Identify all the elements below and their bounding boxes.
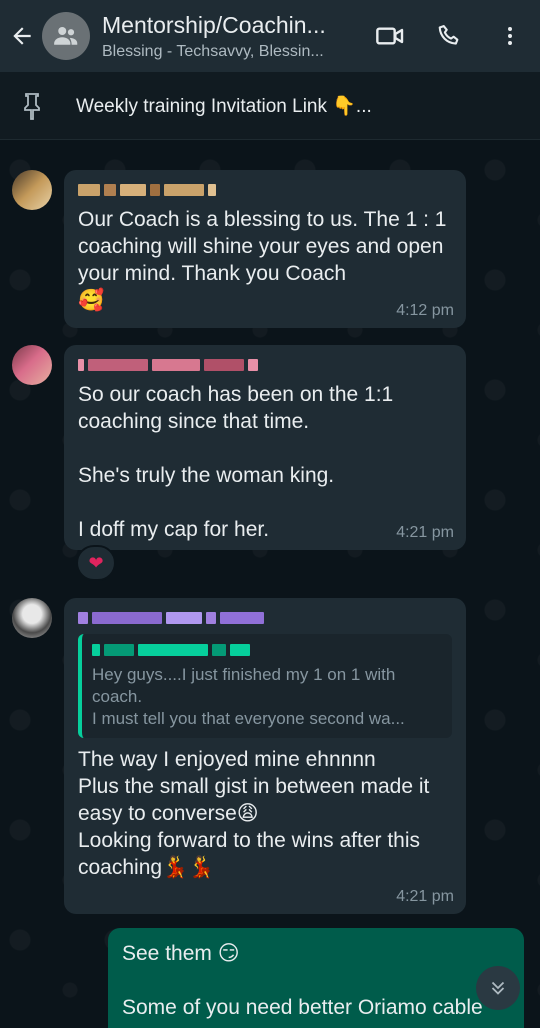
message-bubble[interactable]: Hey guys....I just finished my 1 on 1 wi… (64, 598, 466, 914)
chat-participants: Blessing - Techsavvy, Blessin... (102, 42, 324, 60)
header-actions (360, 0, 540, 72)
quoted-reply[interactable]: Hey guys....I just finished my 1 on 1 wi… (78, 634, 452, 738)
sender-avatar[interactable] (12, 345, 52, 385)
chat-title: Mentorship/Coachin... (102, 11, 326, 38)
voice-call-button[interactable] (420, 0, 480, 72)
message-text: Our Coach is a blessing to us. The 1 : 1… (78, 208, 447, 312)
message-bubble[interactable]: So our coach has been on the 1:1 coachin… (64, 345, 466, 550)
sender-name-redacted (78, 357, 452, 373)
message-timestamp: 4:21 pm (396, 524, 454, 541)
chat-title-block[interactable]: Mentorship/Coachin... Blessing - Techsav… (102, 12, 352, 61)
message-text: See them 😏 Some of you need better Oriam… (122, 942, 483, 1019)
quoted-text: Hey guys....I just finished my 1 on 1 wi… (92, 665, 405, 728)
video-call-icon (376, 27, 404, 45)
back-arrow-icon (13, 27, 31, 45)
sender-name-redacted (78, 182, 452, 198)
pin-icon (20, 91, 70, 121)
quoted-sender-redacted (92, 642, 442, 658)
scroll-to-bottom-button[interactable] (476, 966, 520, 1010)
outgoing-message-bubble[interactable]: See them 😏 Some of you need better Oriam… (108, 928, 524, 1028)
back-button[interactable] (2, 0, 42, 72)
message-text: The way I enjoyed mine ehnnnn Plus the s… (78, 748, 430, 879)
sender-avatar[interactable] (12, 170, 52, 210)
pinned-message-bar[interactable]: Weekly training Invitation Link 👇... (0, 72, 540, 140)
more-options-icon (508, 27, 512, 45)
voice-call-icon (438, 25, 459, 45)
reaction-heart[interactable]: ❤ (76, 545, 116, 581)
message-timestamp: 4:12 pm (396, 302, 454, 319)
pinned-message-text: Weekly training Invitation Link 👇... (76, 95, 372, 117)
group-avatar[interactable] (42, 12, 90, 60)
group-avatar-icon (54, 27, 78, 45)
smiling-hearts-emoji: 🥰 (78, 288, 105, 312)
more-options-button[interactable] (480, 0, 540, 72)
sender-name-redacted (78, 610, 452, 626)
double-chevron-down-icon (491, 981, 505, 995)
chat-header: Mentorship/Coachin... Blessing - Techsav… (0, 0, 540, 72)
message-text: So our coach has been on the 1:1 coachin… (78, 383, 394, 541)
sender-avatar[interactable] (12, 598, 52, 638)
message-list[interactable]: Our Coach is a blessing to us. The 1 : 1… (0, 140, 540, 1028)
message-timestamp: 4:21 pm (396, 888, 454, 905)
video-call-button[interactable] (360, 0, 420, 72)
message-bubble[interactable]: Our Coach is a blessing to us. The 1 : 1… (64, 170, 466, 328)
